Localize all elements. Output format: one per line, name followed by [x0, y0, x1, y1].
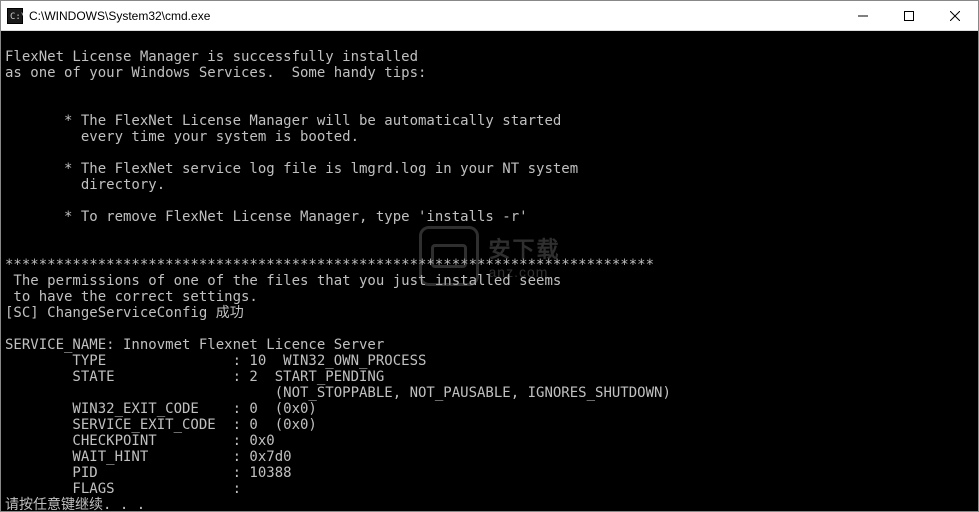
- minimize-button[interactable]: [840, 1, 886, 30]
- svg-text:C:\: C:\: [10, 12, 23, 22]
- maximize-button[interactable]: [886, 1, 932, 30]
- terminal-output[interactable]: FlexNet License Manager is successfully …: [1, 31, 978, 511]
- cmd-icon: C:\: [7, 8, 23, 24]
- window-controls: [840, 1, 978, 30]
- titlebar[interactable]: C:\ C:\WINDOWS\System32\cmd.exe: [1, 1, 978, 31]
- cmd-window: C:\ C:\WINDOWS\System32\cmd.exe FlexNet …: [0, 0, 979, 512]
- close-button[interactable]: [932, 1, 978, 30]
- window-title: C:\WINDOWS\System32\cmd.exe: [29, 9, 840, 23]
